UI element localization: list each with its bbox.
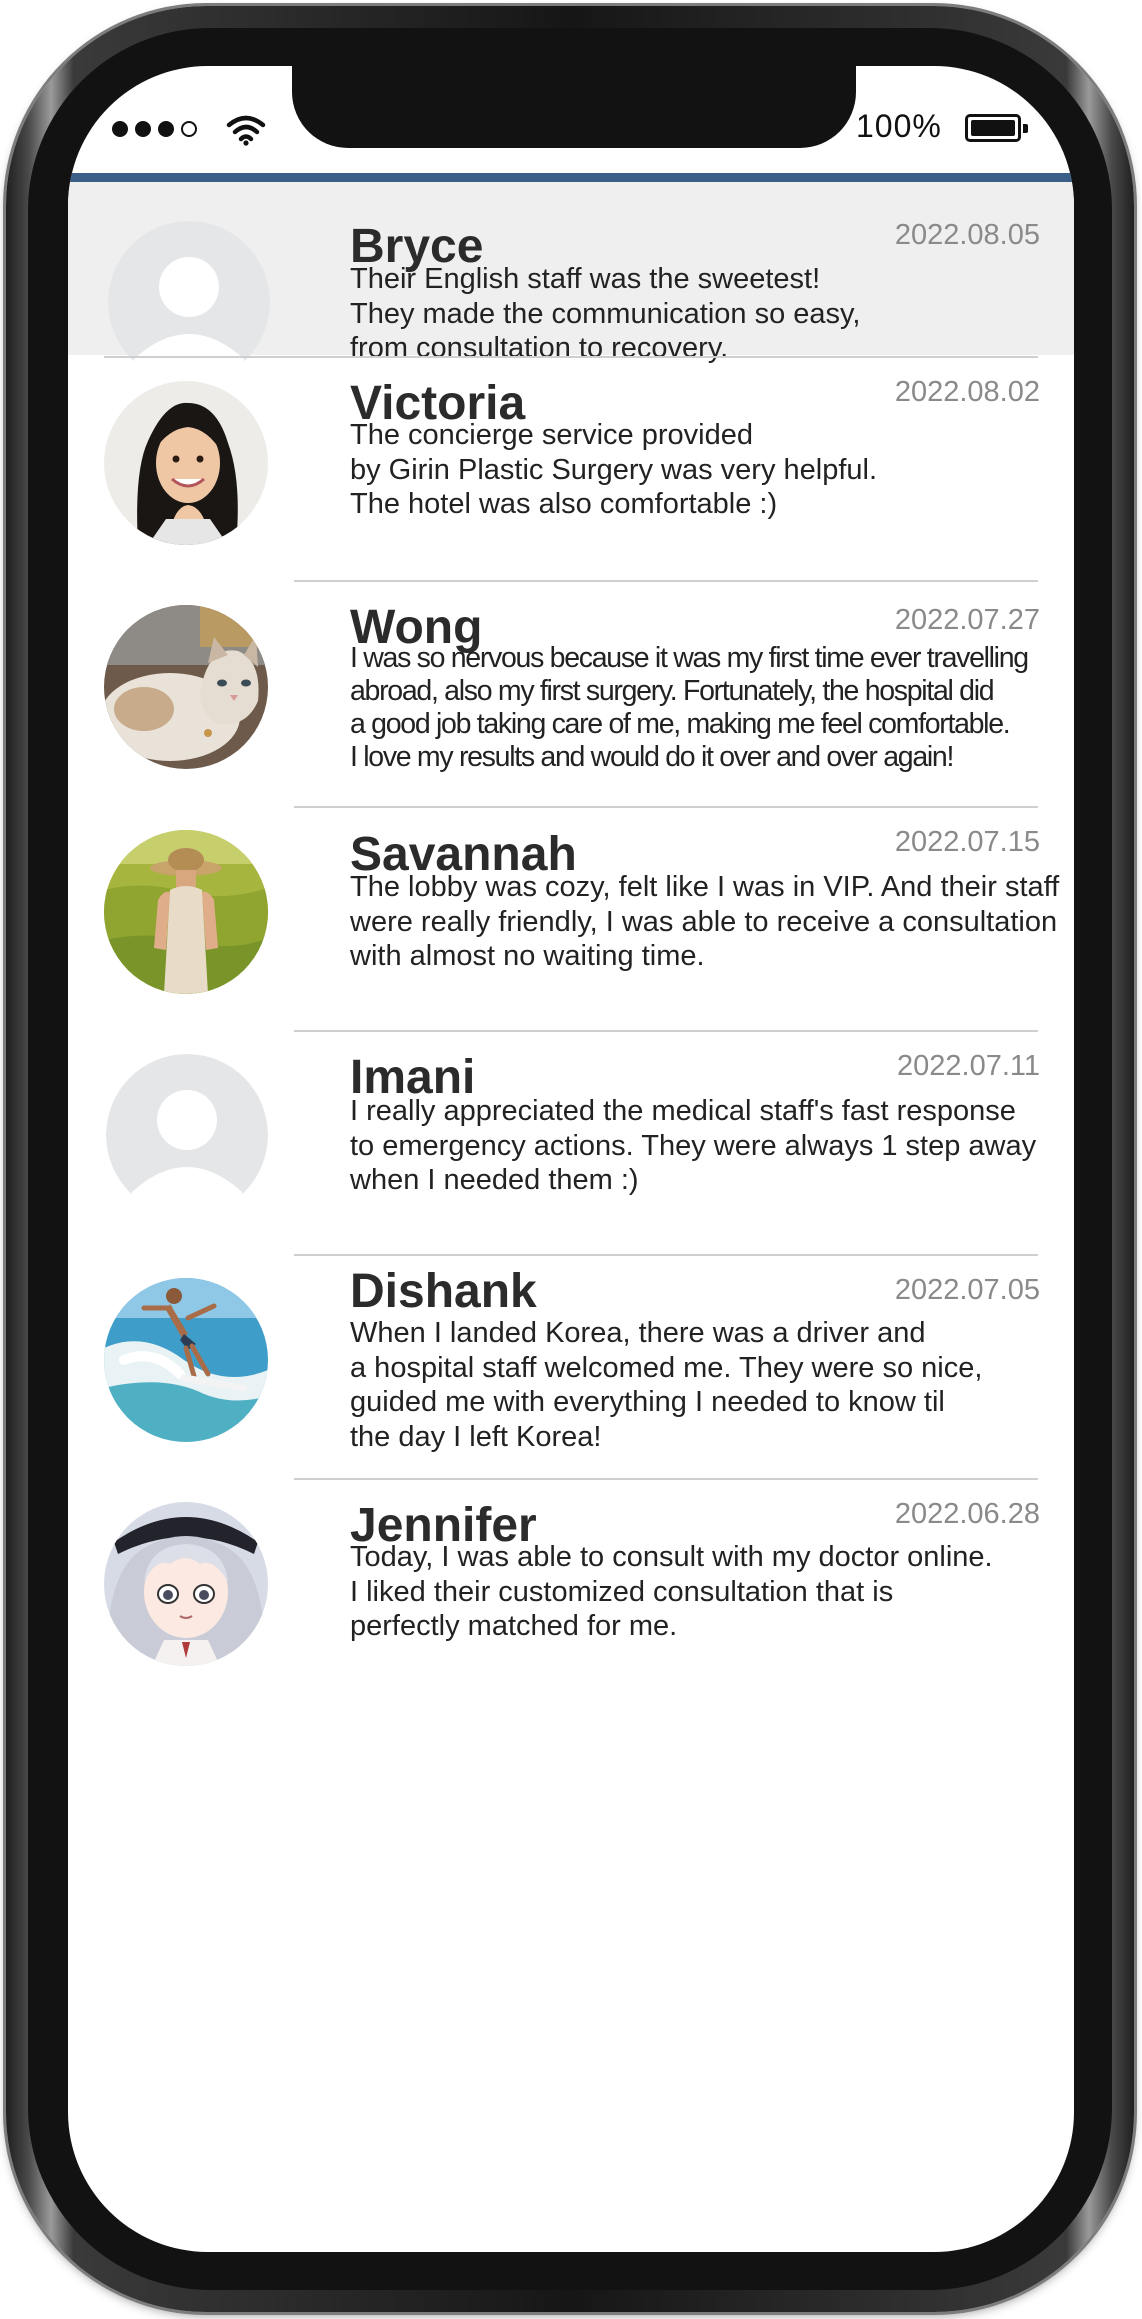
review-text: I was so nervous because it was my first… — [350, 642, 1060, 774]
review-line: the day I left Korea! — [350, 1420, 602, 1453]
review-line: I was so nervous because it was my first… — [350, 642, 1029, 674]
review-date: 2022.06.28 — [894, 1498, 1040, 1530]
review-line: The concierge service provided — [350, 419, 753, 451]
review-item[interactable]: Imani 2022.07.11 I really appreciated th… — [68, 1032, 1074, 1254]
review-date: 2022.07.05 — [894, 1274, 1040, 1306]
battery-icon — [965, 114, 1028, 142]
review-date: 2022.08.02 — [894, 376, 1040, 408]
review-date: 2022.07.15 — [894, 826, 1040, 858]
reviewer-name: Dishank — [350, 1265, 537, 1318]
review-date: 2022.07.11 — [897, 1050, 1040, 1082]
review-item[interactable]: Wong 2022.07.27 I was so nervous because… — [68, 582, 1074, 804]
review-item[interactable]: Bryce 2022.08.05 Their English staff was… — [68, 182, 1074, 383]
review-text: I really appreciated the medical staff's… — [350, 1094, 1060, 1198]
signal-dot-empty — [181, 121, 197, 137]
review-line: a hospital staff welcomed me. They were … — [350, 1351, 983, 1384]
wifi-icon — [226, 115, 266, 146]
signal-dot — [135, 121, 151, 137]
default-user-avatar — [106, 1054, 268, 1216]
review-text: Today, I was able to consult with my doc… — [350, 1540, 1060, 1644]
anime-character-avatar — [104, 1502, 268, 1666]
status-bar: 100% — [68, 66, 1074, 176]
review-line: abroad, also my first surgery. Fortunate… — [350, 675, 995, 707]
surfer-avatar — [104, 1278, 268, 1442]
review-line: I really appreciated the medical staff's… — [350, 1095, 1016, 1127]
review-text: The concierge service provided by Girin … — [350, 418, 1060, 522]
review-item[interactable]: Victoria 2022.08.02 The concierge servic… — [68, 358, 1074, 545]
phone-screen: 100% Bryce 2022.08.05 Their English staf… — [68, 66, 1074, 2252]
woman-portrait-avatar — [104, 381, 268, 545]
signal-dot — [112, 121, 128, 137]
review-line: guided me with everything I needed to kn… — [350, 1386, 945, 1418]
review-item[interactable]: Dishank 2022.07.05 When I landed Korea, … — [68, 1256, 1074, 1478]
signal-dot — [158, 121, 174, 137]
review-line: perfectly matched for me. — [350, 1610, 678, 1642]
review-line: by Girin Plastic Surgery was very helpfu… — [350, 453, 878, 486]
review-line: I love my results and would do it over a… — [350, 741, 954, 773]
review-line: The hotel was also comfortable :) — [350, 488, 778, 520]
woman-in-field-avatar — [104, 830, 268, 994]
review-line: They made the communication so easy, — [350, 297, 861, 330]
review-line: to emergency actions. They were always 1… — [350, 1129, 1037, 1162]
review-line: when I needed them :) — [350, 1164, 639, 1196]
review-line: were really friendly, I was able to rece… — [350, 905, 1058, 938]
review-line: The lobby was cozy, felt like I was in V… — [350, 871, 1060, 903]
review-item[interactable]: Savannah 2022.07.15 The lobby was cozy, … — [68, 808, 1074, 1030]
review-line: Today, I was able to consult with my doc… — [350, 1541, 993, 1573]
header-accent-rule — [68, 173, 1074, 182]
review-line: When I landed Korea, there was a driver … — [350, 1317, 926, 1349]
review-text: The lobby was cozy, felt like I was in V… — [350, 870, 1060, 974]
battery-level-fill — [971, 120, 1015, 136]
battery-percentage: 100% — [856, 108, 942, 144]
review-line: I liked their customized consultation th… — [350, 1575, 894, 1608]
cat-avatar — [104, 605, 268, 769]
cellular-signal-icon — [112, 121, 197, 137]
review-item[interactable]: Jennifer 2022.06.28 Today, I was able to… — [68, 1480, 1074, 1702]
review-date: 2022.07.27 — [894, 604, 1040, 636]
review-line: Their English staff was the sweetest! — [350, 263, 821, 295]
review-line: with almost no waiting time. — [350, 940, 705, 972]
review-text: Their English staff was the sweetest! Th… — [350, 262, 1060, 366]
review-line: a good job taking care of me, making me … — [350, 708, 1011, 740]
battery-cap — [1023, 124, 1028, 133]
review-date: 2022.08.05 — [894, 219, 1040, 251]
notch — [292, 66, 856, 148]
review-text: When I landed Korea, there was a driver … — [350, 1316, 1060, 1454]
